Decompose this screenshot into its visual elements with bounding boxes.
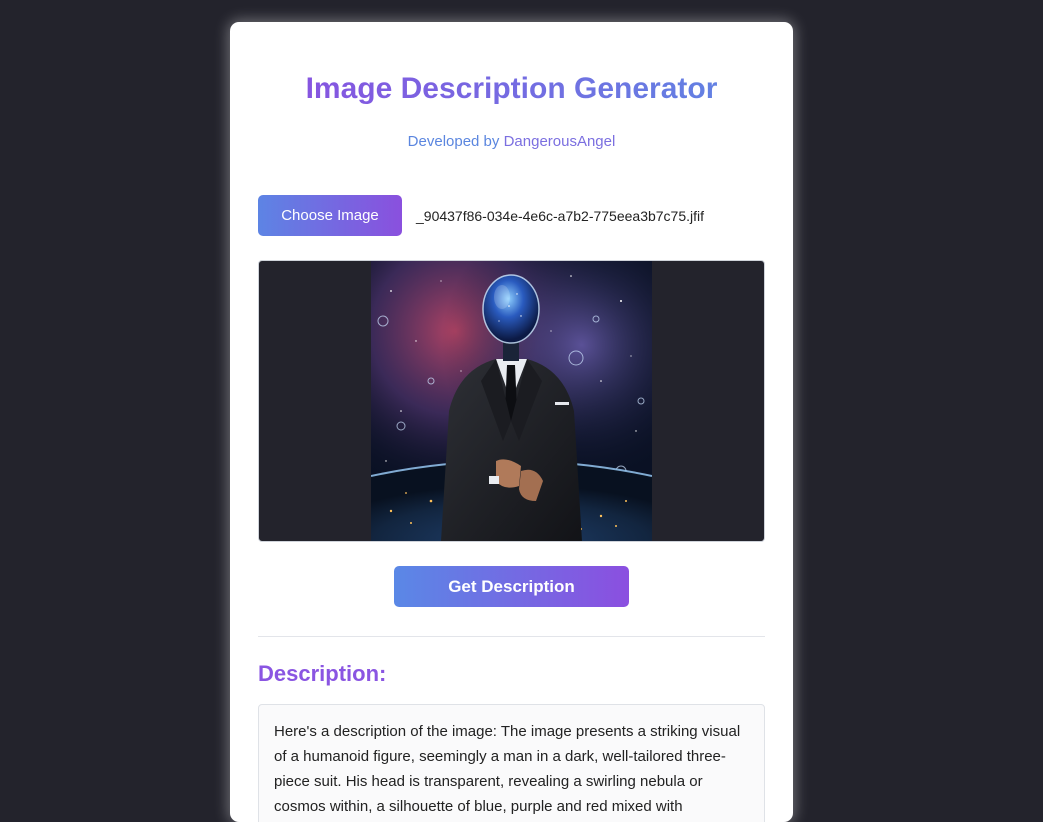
describe-button-wrapper: Get Description	[258, 566, 765, 607]
page-title: Image Description Generator	[258, 72, 765, 106]
section-divider	[258, 636, 765, 637]
preview-image	[371, 261, 652, 541]
main-card: Image Description Generator Developed by…	[230, 22, 793, 822]
developer-credit: Developed by DangerousAngel	[258, 133, 765, 151]
description-output: Here's a description of the image: The i…	[258, 704, 765, 822]
get-description-button[interactable]: Get Description	[394, 566, 629, 607]
choose-image-button[interactable]: Choose Image	[258, 195, 402, 236]
description-heading: Description:	[258, 661, 387, 686]
file-upload-row: Choose Image _90437f86-034e-4e6c-a7b2-77…	[258, 195, 765, 236]
selected-file-name: _90437f86-034e-4e6c-a7b2-775eea3b7c75.jf…	[416, 207, 705, 224]
image-preview	[258, 260, 765, 542]
credit-prefix: Developed by	[407, 133, 504, 150]
credit-author: DangerousAngel	[503, 133, 616, 150]
